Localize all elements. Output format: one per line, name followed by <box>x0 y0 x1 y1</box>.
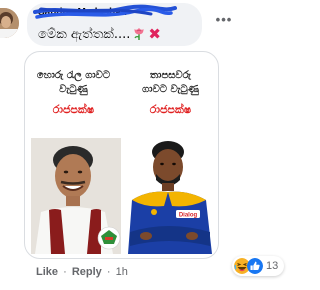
comment-text-body: මේක ඇත්තක්.... <box>38 27 131 42</box>
meme-left-headline-1: හොරු රැල ගාවට <box>36 70 111 81</box>
meme-left-headline-2: වැටුණු <box>59 84 88 95</box>
reply-link[interactable]: Reply <box>72 266 102 278</box>
meme-left-panel: හොරු රැල ගාවට වැටුණු රාජපක්ෂ <box>25 52 122 258</box>
comment-text: මේක ඇත්තක්.... ✖ <box>38 25 161 43</box>
meme-right-headline-2: ගාවට වැටුණු <box>142 84 199 95</box>
redaction-scribble <box>33 4 177 19</box>
meme-right-portrait: Dialog <box>124 136 216 254</box>
more-options-icon: ••• <box>215 12 233 27</box>
like-icon <box>247 258 263 274</box>
meme-right-headline-1: තාපසවරු <box>150 70 191 81</box>
more-options-button[interactable]: ••• <box>214 13 234 29</box>
action-separator: · <box>106 266 111 278</box>
reaction-count: 13 <box>266 260 279 272</box>
rose-icon <box>134 28 144 40</box>
cross-mark-icon: ✖ <box>148 25 161 43</box>
avatar[interactable] <box>0 8 19 38</box>
like-link[interactable]: Like <box>36 266 58 278</box>
comment-actions: Like · Reply · 1h <box>36 266 128 278</box>
meme-right-panel: තාපසවරු ගාවට වැටුණු රාජපක්ෂ Dialog <box>122 52 218 258</box>
comment-bubble: Sandun Madushan මේක ඇත්තක්.... ✖ <box>27 3 202 46</box>
comment-timestamp[interactable]: 1h <box>116 266 128 278</box>
meme-right-name: රාජපක්ෂ <box>149 103 192 116</box>
meme-left-portrait <box>31 138 121 254</box>
reactions-summary[interactable]: 13 <box>232 256 285 276</box>
action-separator: · <box>63 266 67 278</box>
meme-left-name: රාජපක්ෂ <box>52 103 95 116</box>
jersey-sponsor-text: Dialog <box>179 213 198 219</box>
comment-photo[interactable]: හොරු රැල ගාවට වැටුණු රාජපක්ෂ තාපසවරු ගාව… <box>24 51 219 259</box>
